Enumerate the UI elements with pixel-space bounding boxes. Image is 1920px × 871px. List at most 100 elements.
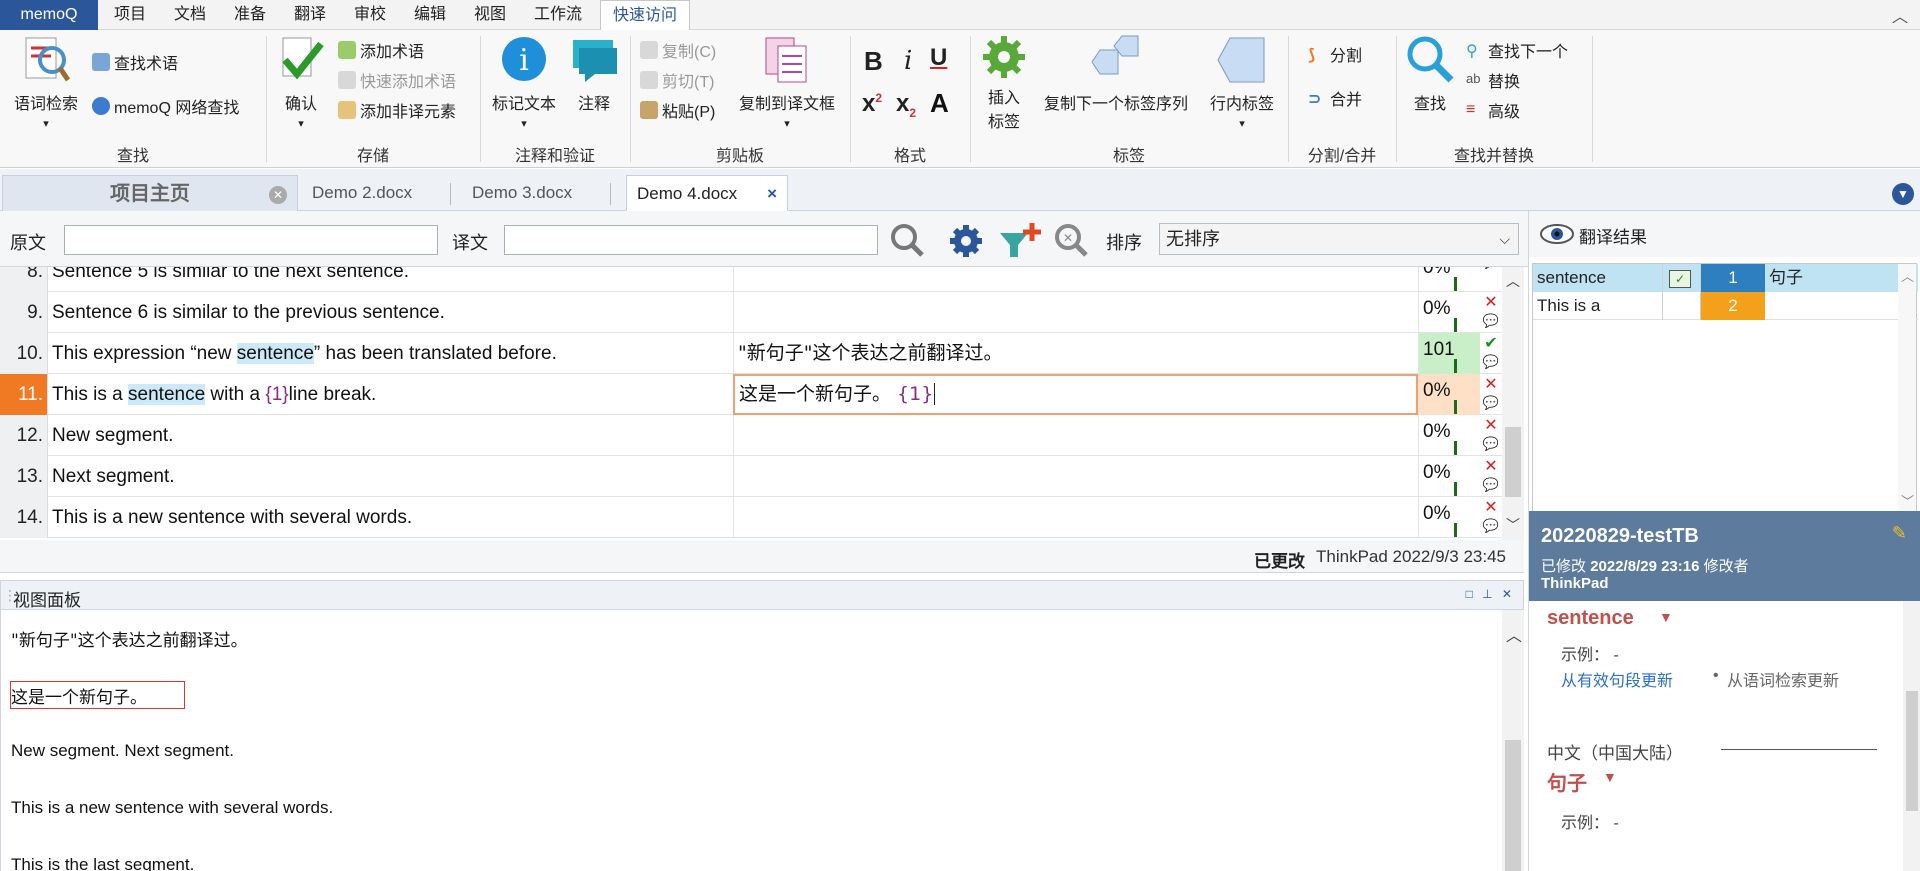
target-filter-input[interactable] <box>504 225 878 255</box>
italic-button[interactable]: i <box>904 46 912 76</box>
scrollbar-thumb[interactable] <box>1505 427 1521 497</box>
bold-button[interactable]: B <box>864 46 883 77</box>
menu-quick-access[interactable]: 快速访问 <box>600 0 691 30</box>
menu-view[interactable]: 视图 <box>474 0 506 30</box>
clear-filter-icon[interactable]: ✕ <box>1052 221 1092 261</box>
superscript-button[interactable]: x2 <box>862 90 882 118</box>
term-dropdown-icon[interactable]: ▼ <box>1659 609 1673 625</box>
mark-text-button[interactable]: i 标记文本 ▾ <box>486 34 562 132</box>
scrollbar-thumb[interactable] <box>1505 740 1521 871</box>
source-cell[interactable]: Next segment. <box>52 456 732 497</box>
source-cell[interactable]: This expression “new sentence” has been … <box>52 333 732 374</box>
comment-bubble-icon[interactable]: 💬 <box>1480 517 1502 535</box>
target-cell[interactable] <box>733 456 1418 497</box>
add-filter-icon[interactable] <box>998 221 1042 261</box>
find-button[interactable]: 查找 <box>1402 34 1458 114</box>
scroll-up-icon[interactable]: ︿ <box>1506 271 1520 291</box>
table-row-current[interactable]: 11. This is a sentence with a {1}line br… <box>0 374 1524 415</box>
menu-document[interactable]: 文档 <box>174 0 206 30</box>
find-next-button[interactable]: ⚲ 查找下一个 <box>1466 38 1568 62</box>
subscript-button[interactable]: x2 <box>896 90 916 120</box>
add-term-button[interactable]: 添加术语 <box>338 38 424 62</box>
table-row[interactable]: 8. Sentence 5 is similar to the next sen… <box>0 267 1524 292</box>
target-edit-cell[interactable]: 这是一个新句子。 {1} <box>733 374 1418 415</box>
filter-settings-gear-icon[interactable] <box>946 221 986 261</box>
view-pane-scrollbar[interactable]: ︿ <box>1502 610 1524 871</box>
eye-icon[interactable] <box>1539 223 1575 245</box>
table-row[interactable]: 12. New segment. 0% ✕ 💬 <box>0 415 1524 456</box>
comment-bubble-icon[interactable]: 💬 <box>1480 435 1502 453</box>
app-menu-button[interactable]: memoQ <box>0 0 98 30</box>
quick-add-term-button[interactable]: 快速添加术语 <box>338 68 456 92</box>
copy-button[interactable]: 复制(C) <box>640 38 716 62</box>
menu-edit[interactable]: 编辑 <box>414 0 446 30</box>
tab-demo-3[interactable]: Demo 3.docx <box>472 175 572 211</box>
confirm-button[interactable]: 确认 ▾ <box>272 34 330 132</box>
comment-bubble-icon[interactable]: 💬 <box>1480 394 1502 412</box>
advanced-button[interactable]: ≡ 高级 <box>1466 98 1520 122</box>
target-cell[interactable] <box>733 267 1418 292</box>
result-row[interactable]: This is a 2 <box>1533 292 1918 320</box>
tab-demo-4[interactable]: Demo 4.docx × <box>626 175 788 211</box>
edit-pencil-icon[interactable]: ✎ <box>1892 523 1907 544</box>
menu-workflow[interactable]: 工作流 <box>534 0 582 30</box>
termbase-scrollbar[interactable] <box>1903 601 1920 871</box>
font-style-button[interactable]: A <box>930 88 949 119</box>
sort-select[interactable]: 无排序 ⌵ <box>1159 223 1519 255</box>
cut-button[interactable]: 剪切(T) <box>640 68 714 92</box>
close-tab-icon[interactable]: × <box>767 176 777 212</box>
update-from-segment-link[interactable]: 从有效句段更新 <box>1561 667 1673 691</box>
table-row[interactable]: 14. This is a new sentence with several … <box>0 497 1524 538</box>
source-cell[interactable]: New segment. <box>52 415 732 456</box>
inline-tag-button[interactable]: 行内标签 ▾ <box>1204 34 1280 132</box>
term-dropdown-icon[interactable]: ▼ <box>1603 769 1617 785</box>
source-cell[interactable]: Sentence 5 is similar to the next senten… <box>52 267 732 292</box>
web-search-button[interactable]: memoQ 网络查找 <box>92 94 239 118</box>
comment-bubble-icon[interactable]: 💬 <box>1480 267 1502 271</box>
concordance-button[interactable]: 语词检索 ▾ <box>10 34 82 132</box>
find-term-button[interactable]: 查找术语 <box>92 50 178 74</box>
source-cell[interactable]: This is a new sentence with several word… <box>52 497 732 538</box>
close-tab-icon[interactable]: ✕ <box>269 186 287 204</box>
underline-button[interactable]: U <box>930 44 947 72</box>
table-row[interactable]: 9. Sentence 6 is similar to the previous… <box>0 292 1524 333</box>
source-filter-input[interactable] <box>64 225 438 255</box>
scroll-up-icon[interactable]: ︿ <box>1901 266 1914 285</box>
scroll-up-icon[interactable]: ︿ <box>1506 622 1522 646</box>
menu-review[interactable]: 审校 <box>354 0 386 30</box>
comment-bubble-icon[interactable]: 💬 <box>1480 353 1502 371</box>
source-cell[interactable]: Sentence 6 is similar to the previous se… <box>52 292 732 333</box>
comment-button[interactable]: 注释 <box>566 34 622 114</box>
pane-controls[interactable]: □ ⊥ ✕ <box>1466 587 1515 601</box>
target-cell[interactable]: "新句子"这个表达之前翻译过。 <box>733 333 1418 374</box>
grid-scrollbar[interactable]: ︿ ﹀ <box>1502 267 1524 540</box>
copy-to-target-button[interactable]: 复制到译文框 ▾ <box>734 34 840 132</box>
scroll-down-icon[interactable]: ﹀ <box>1901 491 1914 510</box>
split-button[interactable]: ⟆ 分割 <box>1308 42 1362 66</box>
paste-button[interactable]: 粘贴(P) <box>640 98 715 122</box>
tab-list-dropdown-icon[interactable]: ▼ <box>1892 183 1914 205</box>
replace-button[interactable]: ab 替换 <box>1466 68 1520 92</box>
scrollbar-thumb[interactable] <box>1906 691 1918 811</box>
source-cell[interactable]: This is a sentence with a {1}line break. <box>52 374 732 415</box>
result-row[interactable]: sentence ✓ 1 句子 <box>1533 264 1918 292</box>
collapse-ribbon-icon[interactable]: ︿ <box>1892 3 1908 27</box>
join-button[interactable]: ⊃ 合并 <box>1308 86 1362 110</box>
tab-demo-2[interactable]: Demo 2.docx <box>312 175 412 211</box>
results-scrollbar[interactable]: ︿ ﹀ <box>1898 264 1916 512</box>
menu-prepare[interactable]: 准备 <box>234 0 266 30</box>
copy-next-tag-sequence-button[interactable]: 复制下一个标签序列 <box>1036 34 1196 114</box>
table-row[interactable]: 13. Next segment. 0% ✕ 💬 <box>0 456 1524 497</box>
target-cell[interactable] <box>733 497 1418 538</box>
comment-bubble-icon[interactable]: 💬 <box>1480 312 1502 330</box>
comment-bubble-icon[interactable]: 💬 <box>1480 476 1502 494</box>
table-row[interactable]: 10. This expression “new sentence” has b… <box>0 333 1524 374</box>
insert-tag-button[interactable]: 插入 标签 <box>976 34 1032 132</box>
filter-search-icon[interactable] <box>888 221 928 261</box>
menu-translate[interactable]: 翻译 <box>294 0 326 30</box>
update-from-concordance-link[interactable]: 从语词检索更新 <box>1727 667 1839 691</box>
menu-project[interactable]: 项目 <box>114 0 146 30</box>
target-cell[interactable] <box>733 292 1418 333</box>
tab-project-home[interactable]: 项目主页 ✕ <box>2 175 298 211</box>
add-nontranslatable-button[interactable]: 添加非译元素 <box>338 98 456 122</box>
